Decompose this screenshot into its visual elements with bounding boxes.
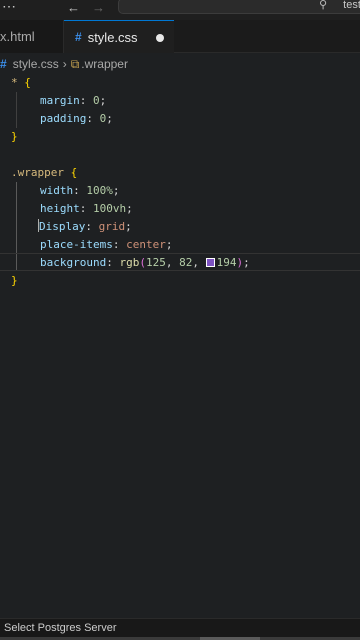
code-line: height: 100vh;: [40, 202, 133, 215]
breadcrumb-file[interactable]: style.css: [13, 57, 59, 71]
search-icon: ⚲: [318, 0, 327, 11]
code-line: }: [11, 130, 18, 143]
symbol-class-icon: ⧉: [70, 56, 80, 71]
code-line: width: 100%;: [40, 184, 120, 197]
code-line: place-items: center;: [40, 238, 173, 251]
unsaved-dot-icon[interactable]: [156, 34, 164, 42]
tab-index-html[interactable]: x.html: [0, 20, 64, 53]
status-bar: Select Postgres Server: [0, 618, 360, 640]
arrow-right-icon[interactable]: →: [92, 0, 105, 15]
code-line: background: rgb(125, 82, 194);: [40, 256, 250, 269]
select-postgres-server[interactable]: Select Postgres Server: [4, 622, 117, 634]
breadcrumb: # style.css › ⧉ .wrapper: [0, 54, 360, 74]
css-file-icon: #: [75, 30, 82, 44]
chevron-right-icon: ›: [62, 57, 67, 71]
code-line: }: [11, 274, 18, 287]
breadcrumb-symbol[interactable]: .wrapper: [81, 57, 128, 71]
title-bar: ⋯ ← → ⚲ testh: [0, 0, 360, 20]
code-line: * {: [11, 76, 31, 89]
more-dots-icon[interactable]: ⋯: [2, 0, 17, 15]
arrow-left-icon[interactable]: ←: [67, 0, 80, 15]
code-line: margin: 0;: [40, 94, 107, 107]
code-editor[interactable]: * { margin: 0; padding: 0; } .wrapper { …: [0, 74, 360, 616]
indent-guide: [16, 92, 17, 128]
code-line: .wrapper {: [11, 166, 78, 179]
tab-bar: x.html # style.css: [0, 20, 360, 53]
code-line: padding: 0;: [40, 112, 113, 125]
tab-style-css[interactable]: # style.css: [64, 20, 174, 53]
css-file-icon: #: [0, 57, 7, 71]
search-text: testh: [343, 0, 360, 11]
command-center-search[interactable]: ⚲ testh: [118, 0, 360, 14]
code-line: Display: grid;: [38, 219, 132, 233]
color-swatch[interactable]: [205, 258, 215, 267]
tab-label: x.html: [0, 29, 35, 44]
tab-label: style.css: [87, 29, 138, 45]
